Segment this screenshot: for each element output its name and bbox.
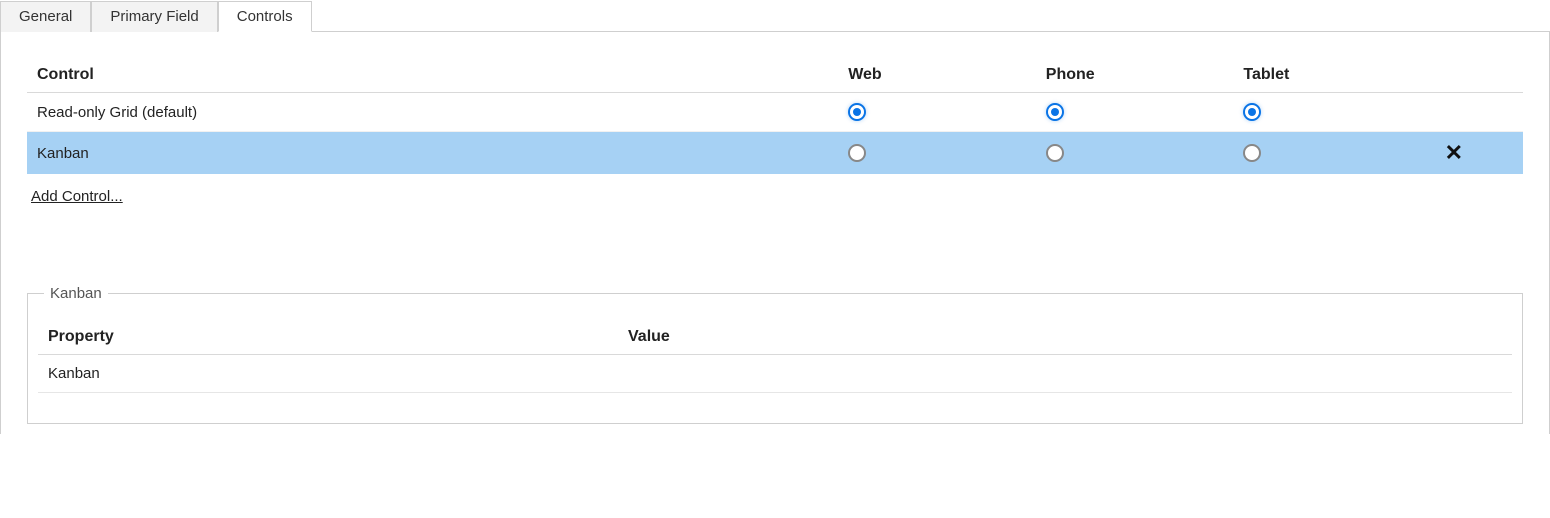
- delete-icon[interactable]: ✕: [1445, 140, 1463, 165]
- control-name: Read-only Grid (default): [27, 93, 838, 132]
- controls-panel: Control Web Phone Tablet Read-only Grid …: [0, 32, 1550, 434]
- radio-web[interactable]: [848, 144, 866, 162]
- header-property: Property: [38, 320, 618, 355]
- tab-controls[interactable]: Controls: [218, 1, 312, 32]
- property-row[interactable]: Kanban: [38, 355, 1512, 393]
- radio-phone[interactable]: [1046, 103, 1064, 121]
- table-row[interactable]: Kanban ✕: [27, 132, 1523, 175]
- properties-table: Property Value Kanban: [38, 320, 1512, 393]
- tabs-bar: General Primary Field Controls: [0, 0, 1550, 32]
- table-row[interactable]: Read-only Grid (default): [27, 93, 1523, 132]
- header-value: Value: [618, 320, 1512, 355]
- radio-web[interactable]: [848, 103, 866, 121]
- control-details-fieldset: Kanban Property Value Kanban: [27, 285, 1523, 424]
- controls-table: Control Web Phone Tablet Read-only Grid …: [27, 60, 1523, 174]
- header-phone: Phone: [1036, 60, 1234, 93]
- header-tablet: Tablet: [1233, 60, 1431, 93]
- tab-primary-field[interactable]: Primary Field: [91, 1, 217, 32]
- property-value: [618, 355, 1512, 393]
- add-control-link[interactable]: Add Control...: [31, 188, 123, 205]
- radio-tablet[interactable]: [1243, 103, 1261, 121]
- radio-phone[interactable]: [1046, 144, 1064, 162]
- header-control: Control: [27, 60, 838, 93]
- radio-tablet[interactable]: [1243, 144, 1261, 162]
- property-name: Kanban: [38, 355, 618, 393]
- tab-general[interactable]: General: [0, 1, 91, 32]
- header-web: Web: [838, 60, 1036, 93]
- header-delete: [1431, 60, 1523, 93]
- fieldset-legend: Kanban: [44, 285, 108, 302]
- control-name: Kanban: [27, 132, 838, 175]
